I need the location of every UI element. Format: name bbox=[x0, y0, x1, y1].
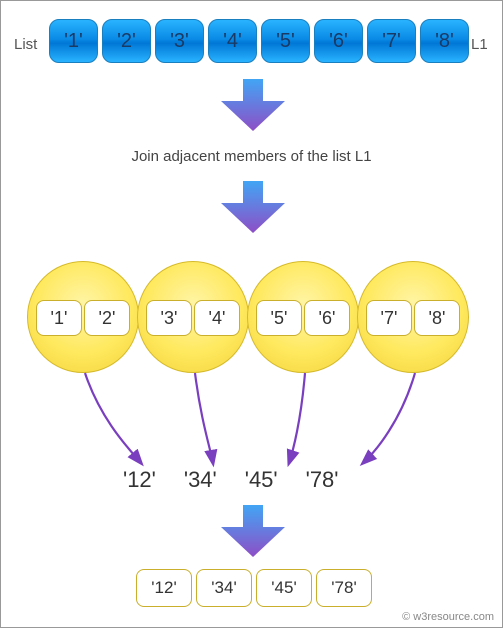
pair-circle: '1' '2' bbox=[27, 261, 139, 373]
arrow-down-icon bbox=[221, 181, 285, 233]
result-value: '78' bbox=[306, 467, 339, 493]
diagram-canvas: List L1 '1' '2' '3' '4' '5' '6' '7' '8' … bbox=[0, 0, 503, 628]
list-item: '1' bbox=[49, 19, 98, 63]
list-item: '7' bbox=[367, 19, 416, 63]
list-item: '8' bbox=[420, 19, 469, 63]
list-item: '2' bbox=[102, 19, 151, 63]
pair-item: '7' bbox=[366, 300, 412, 336]
top-list-row: '1' '2' '3' '4' '5' '6' '7' '8' bbox=[49, 19, 469, 63]
pair-circle: '5' '6' bbox=[247, 261, 359, 373]
grouped-circles-row: '1' '2' '3' '4' '5' '6' '7' '8' bbox=[29, 261, 469, 373]
pair-item: '5' bbox=[256, 300, 302, 336]
caption-join: Join adjacent members of the list L1 bbox=[1, 148, 502, 165]
result-value: '45' bbox=[245, 467, 278, 493]
arrow-down-icon bbox=[221, 505, 285, 557]
list-item: '3' bbox=[155, 19, 204, 63]
pair-item: '8' bbox=[414, 300, 460, 336]
pair-item: '6' bbox=[304, 300, 350, 336]
pair-circle: '7' '8' bbox=[357, 261, 469, 373]
label-list: List bbox=[14, 36, 37, 53]
list-item: '5' bbox=[261, 19, 310, 63]
list-item: '6' bbox=[314, 19, 363, 63]
output-item: '45' bbox=[256, 569, 312, 607]
pair-item: '2' bbox=[84, 300, 130, 336]
pair-item: '4' bbox=[194, 300, 240, 336]
result-value: '34' bbox=[184, 467, 217, 493]
pair-item: '3' bbox=[146, 300, 192, 336]
output-list-row: '12' '34' '45' '78' bbox=[136, 569, 372, 607]
list-item: '4' bbox=[208, 19, 257, 63]
result-text-row: '12' '34' '45' '78' bbox=[123, 467, 339, 493]
result-value: '12' bbox=[123, 467, 156, 493]
label-l1: L1 bbox=[471, 36, 488, 53]
output-item: '34' bbox=[196, 569, 252, 607]
output-item: '12' bbox=[136, 569, 192, 607]
credit-text: © w3resource.com bbox=[402, 611, 494, 623]
arrow-down-icon bbox=[221, 79, 285, 131]
pair-circle: '3' '4' bbox=[137, 261, 249, 373]
output-item: '78' bbox=[316, 569, 372, 607]
pair-item: '1' bbox=[36, 300, 82, 336]
